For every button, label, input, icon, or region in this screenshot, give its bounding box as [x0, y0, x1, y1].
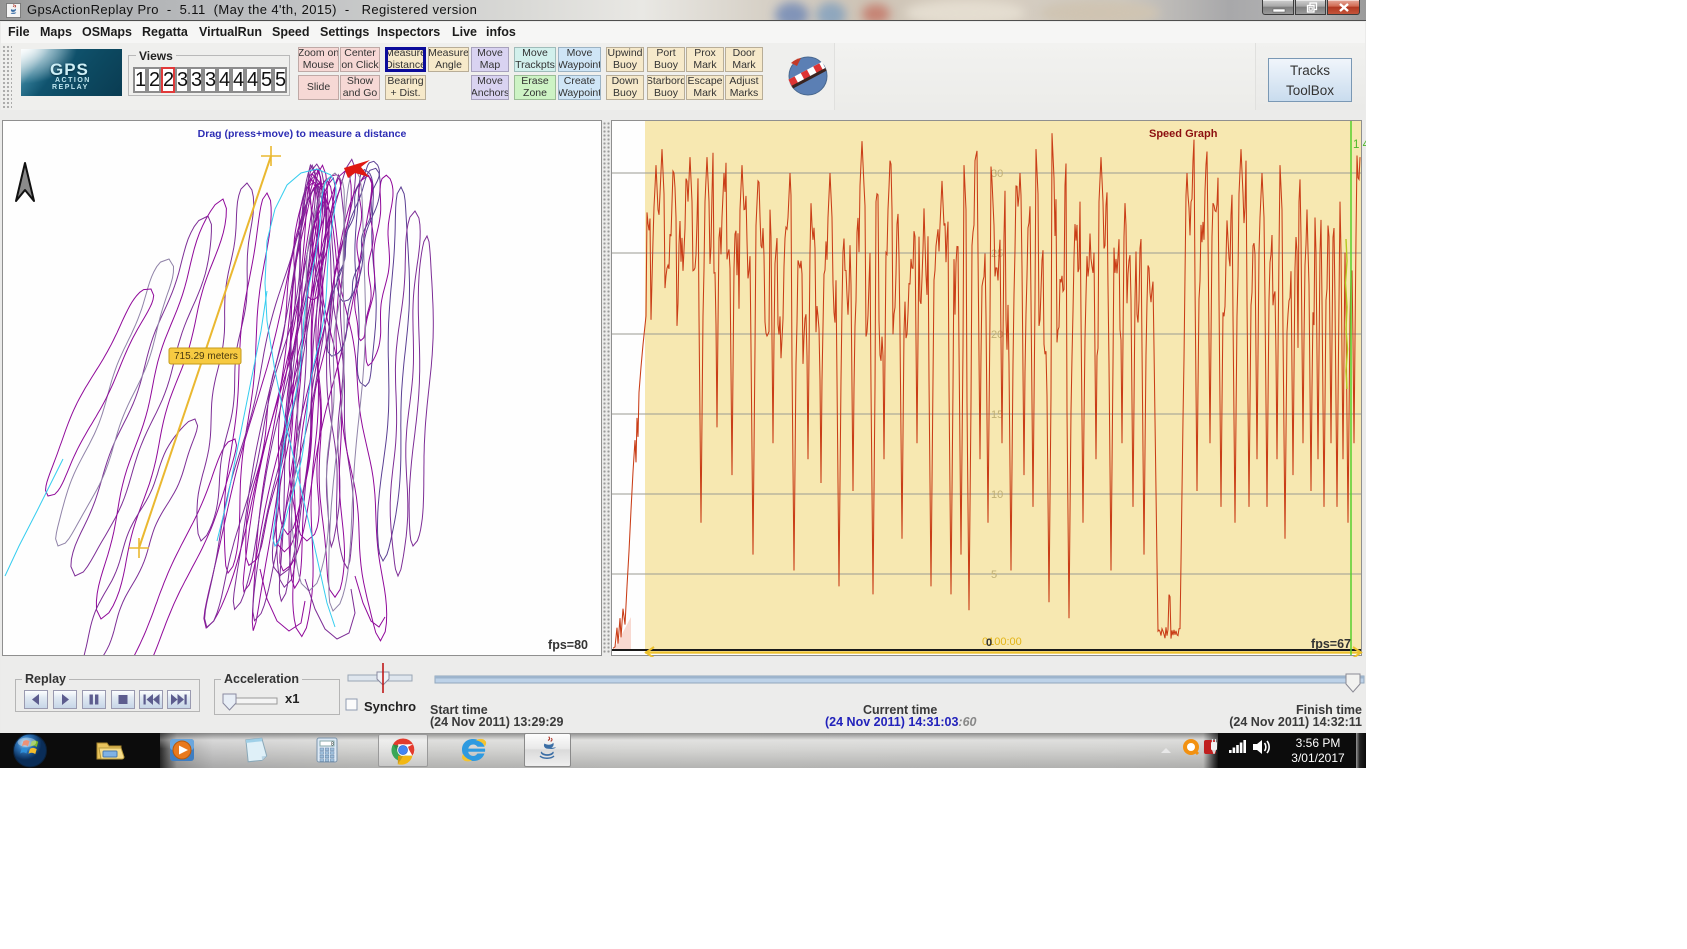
svg-text:fps=67: fps=67 — [1311, 637, 1351, 651]
svg-text:10: 10 — [991, 489, 1003, 501]
svg-text:8: 8 — [331, 742, 334, 748]
svg-text:Speed Graph: Speed Graph — [1149, 128, 1218, 140]
svg-text:30: 30 — [991, 168, 1003, 180]
svg-text:Drag (press+move) to measure a: Drag (press+move) to measure a distance — [198, 128, 407, 140]
svg-text:fps=80: fps=80 — [548, 638, 588, 652]
svg-text:1 4: 1 4 — [1353, 139, 1366, 151]
svg-text:715.29 meters: 715.29 meters — [174, 351, 238, 362]
svg-text:0: 0 — [986, 637, 992, 649]
svg-text:5: 5 — [991, 569, 997, 581]
svg-text:25: 25 — [991, 248, 1003, 260]
